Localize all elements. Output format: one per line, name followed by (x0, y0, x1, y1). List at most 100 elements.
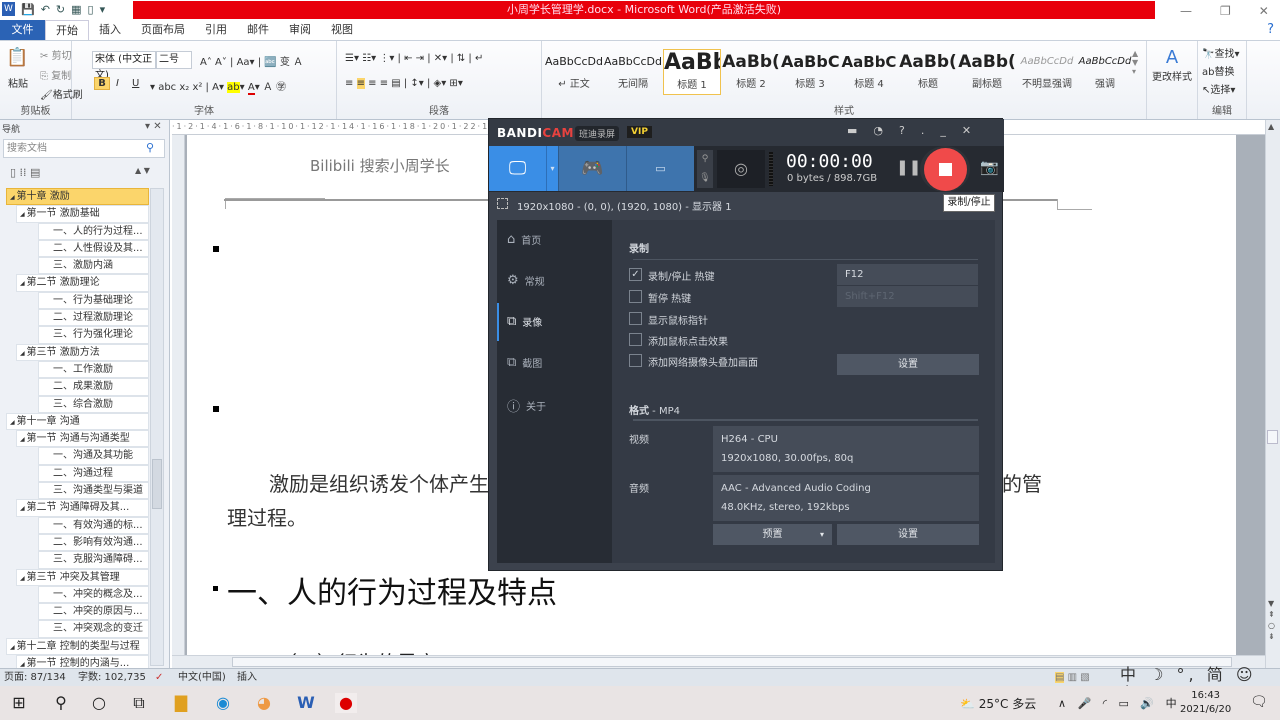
tab-references[interactable]: 引用 (195, 20, 237, 40)
help-icon[interactable]: ? (899, 124, 905, 137)
tab-review[interactable]: 审阅 (279, 20, 321, 40)
bold-button[interactable]: B (94, 77, 110, 90)
style-2[interactable]: AaBb 标题 1 (663, 49, 721, 95)
style-4[interactable]: AaBbC 标题 3 (781, 49, 839, 95)
nav-scroll-thumb[interactable] (152, 459, 162, 509)
nav-heading-item[interactable]: 二、过程激励理论 (38, 309, 149, 327)
tab-layout[interactable]: 页面布局 (131, 20, 195, 40)
audio-format-box[interactable]: AAC - Advanced Audio Coding 48.0KHz, ster… (713, 475, 979, 521)
find-button[interactable]: 🔭查找▾ (1202, 45, 1239, 60)
undo-icon[interactable]: ↶ (41, 3, 50, 16)
alignment-icons[interactable]: ≡ ≡ ≡ ≡ ▤ | ↕▾ | ◈▾ ⊞▾ (345, 78, 463, 89)
sidebar-item-video[interactable]: ⧉ 录像 (507, 314, 542, 329)
sidebar-item-home[interactable]: ⌂ 首页 (507, 232, 541, 247)
vertical-scrollbar[interactable]: ▲ ▼ ⇞ ○ ⇟ (1265, 120, 1280, 668)
tab-insert[interactable]: 插入 (89, 20, 131, 40)
tray-icons[interactable]: ∧ 🎤 ◜ ▭ 🔊 中 (1058, 695, 1181, 711)
screenshot-camera-icon[interactable]: 📷 (980, 158, 999, 176)
nav-heading-item[interactable]: 一、沟通及其功能 (38, 447, 149, 465)
file-explorer-icon[interactable]: ▇ (170, 693, 192, 713)
weather[interactable]: ⛅ 25°C 多云 (960, 695, 1036, 712)
minimize-button[interactable]: — (1180, 0, 1192, 22)
tab-home[interactable]: 开始 (45, 20, 89, 40)
nav-heading-item[interactable]: 一、冲突的概念及... (38, 585, 149, 604)
webcam-overlay-checkbox[interactable] (629, 354, 642, 367)
nav-heading-item[interactable]: 三、冲突观念的变迁 (38, 620, 149, 638)
proofing-icon[interactable]: ✓ (155, 669, 163, 686)
new-doc-icon[interactable]: ▯ (88, 3, 94, 16)
italic-button[interactable]: I (116, 78, 119, 89)
hscroll-thumb[interactable] (232, 657, 1232, 667)
style-6[interactable]: AaBb(标题 (899, 49, 957, 95)
nav-heading-item[interactable]: 三、综合激励 (38, 395, 149, 413)
restore-button[interactable]: ❐ (1220, 0, 1231, 22)
nav-heading-item[interactable]: ◢ 第三节 激励方法 (16, 343, 149, 361)
nav-heading-item[interactable]: 二、人性假设及其... (38, 239, 149, 258)
cut-button[interactable]: ✂ 剪切 (40, 47, 72, 62)
nav-heading-item[interactable]: 一、人的行为过程... (38, 222, 149, 240)
folder-icon[interactable]: ▬ (847, 124, 857, 137)
paste-icon[interactable]: 📋 (6, 47, 28, 68)
minimize-icon[interactable]: _ (940, 124, 946, 137)
nav-heading-item[interactable]: 二、成果激励 (38, 378, 149, 396)
print-preview-icon[interactable]: ▦ (71, 3, 81, 16)
pause-button[interactable]: ❚❚ (896, 158, 921, 176)
browser-icon[interactable]: ◕ (253, 693, 275, 713)
font-grow-shrink-icons[interactable]: A˄ A˅ | Aa▾ | 🔤 变 Ａ (200, 53, 303, 68)
style-7[interactable]: AaBb(副标题 (958, 49, 1016, 95)
nav-heading-item[interactable]: ◢ 第十一章 沟通 (6, 412, 149, 431)
nav-prev-next-icons[interactable]: ▲ ▼ (135, 166, 150, 175)
nav-heading-item[interactable]: 三、克服沟通障碍... (38, 551, 149, 569)
vertical-ruler[interactable] (172, 135, 185, 655)
nav-view-tabs[interactable]: ▯ ⁞⁞ ▤ (10, 166, 40, 179)
nav-heading-item[interactable]: ◢ 第十二章 控制的类型与过程 (6, 637, 149, 656)
nav-heading-item[interactable]: ◢ 第二节 沟通障碍及其... (16, 499, 149, 517)
nav-heading-item[interactable]: 三、行为强化理论 (38, 326, 149, 344)
nav-scrollbar[interactable] (150, 188, 164, 666)
style-3[interactable]: AaBb(标题 2 (722, 49, 780, 95)
nav-heading-item[interactable]: ◢ 第一节 激励基础 (16, 205, 149, 223)
nav-heading-item[interactable]: 一、有效沟通的标... (38, 516, 149, 534)
tab-file[interactable]: 文件 (0, 20, 45, 40)
pause-hotkey-checkbox[interactable] (629, 290, 642, 303)
notification-icon[interactable]: 🗨 (1250, 694, 1268, 710)
bandicam-taskbar-icon[interactable]: ● (335, 693, 357, 713)
redo-icon[interactable]: ↻ (56, 3, 65, 16)
style-9[interactable]: AaBbCcDd 强调 (1076, 49, 1134, 95)
search-icon[interactable]: ⚲ (50, 693, 72, 713)
edge-icon[interactable]: ◉ (212, 693, 234, 713)
font-name-select[interactable]: 宋体 (中文正文) (92, 51, 156, 81)
tab-view[interactable]: 视图 (321, 20, 363, 40)
search-icon[interactable]: ⚲ (146, 141, 154, 154)
help-icon[interactable]: ? (1267, 22, 1274, 37)
nav-heading-item[interactable]: ◢ 第十章 激励 (6, 188, 149, 206)
nav-heading-item[interactable]: ◢ 第二节 激励理论 (16, 274, 149, 292)
preset-dropdown[interactable]: 预置 ▾ (713, 524, 832, 545)
nav-heading-item[interactable]: 二、冲突的原因与... (38, 603, 149, 621)
record-hotkey-checkbox[interactable]: ✓ (629, 268, 642, 281)
video-format-box[interactable]: H264 - CPU 1920x1080, 30.00fps, 80q (713, 426, 979, 472)
nav-heading-item[interactable]: ◢ 第一节 沟通与沟通类型 (16, 430, 149, 448)
nav-heading-item[interactable]: 一、工作激励 (38, 360, 149, 379)
style-5[interactable]: AaBbC 标题 4 (840, 49, 898, 95)
sidebar-item-general[interactable]: ⚙ 常规 (507, 273, 545, 288)
tab-mailings[interactable]: 邮件 (237, 20, 279, 40)
gallery-scroll-icon[interactable]: ▲ ▼ ▾ (1132, 49, 1138, 76)
sidebar-item-image[interactable]: ⧉ 截图 (507, 355, 542, 370)
style-8[interactable]: AaBbCcDd 不明显强调 (1018, 49, 1076, 95)
paste-button[interactable]: 粘贴 (8, 75, 28, 90)
cortana-icon[interactable]: ○ (88, 693, 110, 713)
nav-heading-item[interactable]: 一、行为基础理论 (38, 291, 149, 310)
vip-badge[interactable]: VIP (627, 126, 652, 138)
customize-qa-icon[interactable]: ▾ (100, 3, 106, 16)
format-value[interactable]: - MP4 (649, 406, 680, 417)
nav-heading-item[interactable]: 二、沟通过程 (38, 464, 149, 483)
copy-button[interactable]: ⎘ 复制 (40, 67, 71, 82)
format-settings-button[interactable]: 设置 (837, 524, 979, 545)
style-0[interactable]: AaBbCcDd ↵ 正文 (545, 49, 603, 95)
nav-heading-item[interactable]: ◢ 第三节 冲突及其管理 (16, 568, 149, 586)
word-count[interactable]: 字数: 102,735 (78, 669, 146, 686)
font-format-icons[interactable]: ▾ abc x₂ x² | A▾ ab▾ A▾ Ａ ㊫ (150, 78, 286, 95)
view-buttons[interactable]: ▤ ▥ ▧ (1055, 669, 1090, 686)
horizontal-scrollbar[interactable] (172, 655, 1265, 668)
